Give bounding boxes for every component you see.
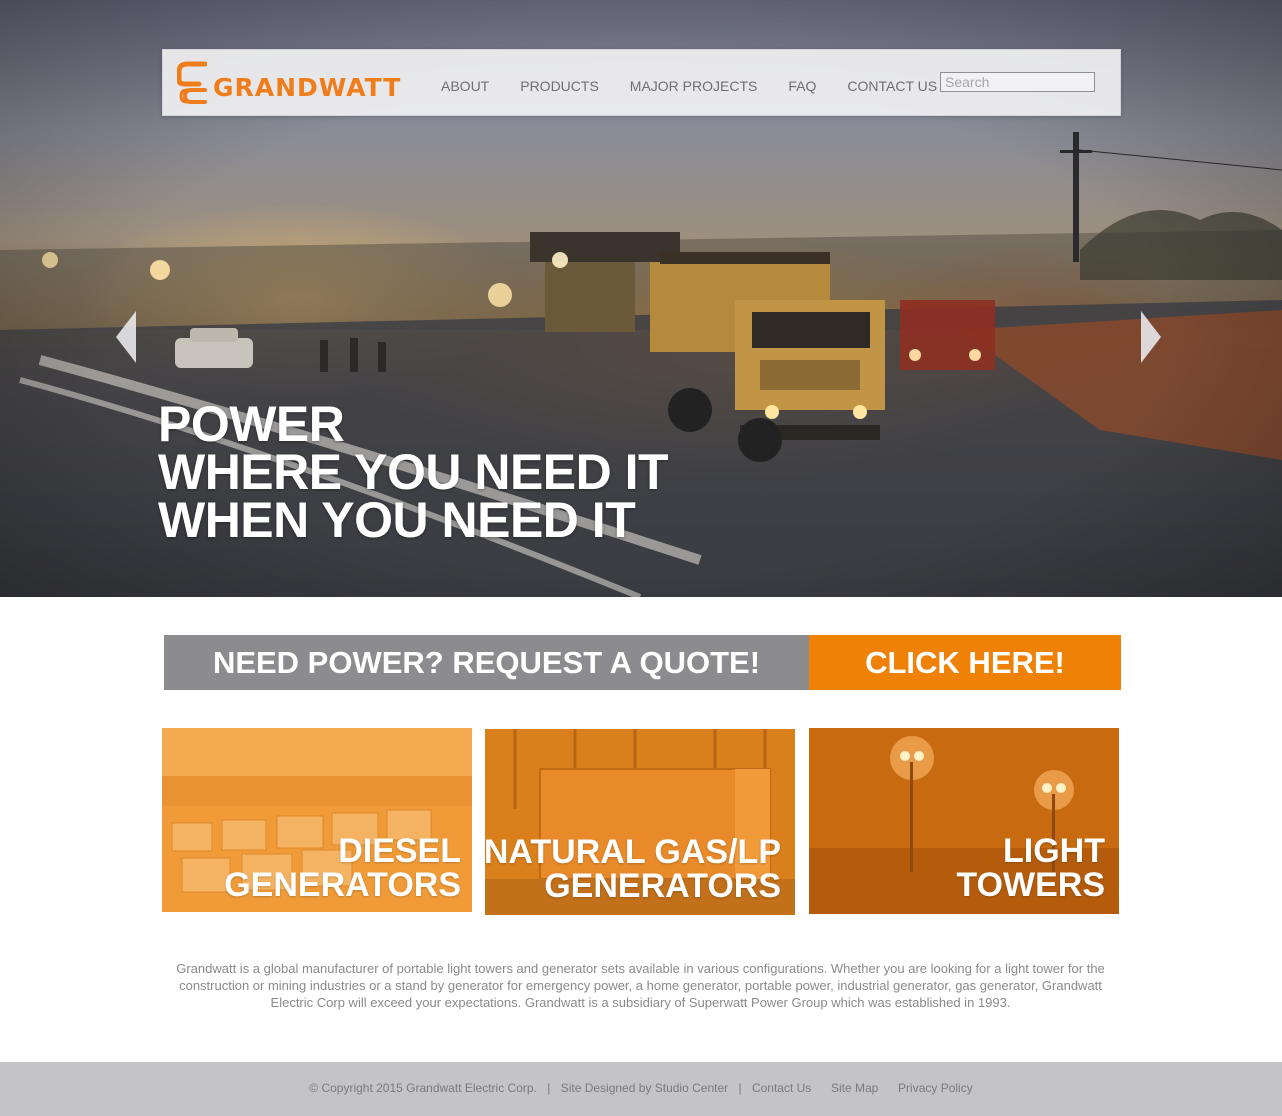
footer-links: © Copyright 2015 Grandwatt Electric Corp… bbox=[0, 1081, 1282, 1095]
grandwatt-logo-mark-icon bbox=[177, 61, 207, 104]
footer-separator: | bbox=[547, 1081, 551, 1095]
nav-products[interactable]: PRODUCTS bbox=[520, 78, 599, 94]
tile-natural-gas-line-1: NATURAL GAS/LP bbox=[485, 833, 781, 871]
header-nav-bar: GRANDWATT ABOUT PRODUCTS MAJOR PROJECTS … bbox=[162, 49, 1121, 116]
tile-light-towers-line-1: LIGHT bbox=[1003, 832, 1105, 870]
nav-major-projects[interactable]: MAJOR PROJECTS bbox=[630, 78, 758, 94]
tile-light-towers-label: LIGHT TOWERS bbox=[956, 834, 1105, 902]
tile-diesel-line-1: DIESEL bbox=[338, 832, 461, 870]
quote-banner: NEED POWER? REQUEST A QUOTE! CLICK HERE! bbox=[164, 635, 1121, 690]
company-description: Grandwatt is a global manufacturer of po… bbox=[176, 961, 1105, 1010]
request-quote-button[interactable]: CLICK HERE! bbox=[809, 635, 1121, 690]
tile-diesel-generators[interactable]: DIESEL GENERATORS bbox=[162, 728, 472, 912]
chevron-left-icon[interactable] bbox=[116, 311, 138, 363]
main-navigation: ABOUT PRODUCTS MAJOR PROJECTS FAQ CONTAC… bbox=[441, 78, 968, 94]
hero-line-2: WHERE YOU NEED IT bbox=[158, 444, 669, 500]
tile-natural-gas-line-2: GENERATORS bbox=[544, 867, 781, 905]
hero-banner: GRANDWATT ABOUT PRODUCTS MAJOR PROJECTS … bbox=[0, 0, 1282, 597]
quote-prompt: NEED POWER? REQUEST A QUOTE! bbox=[164, 635, 809, 690]
footer-copyright: © Copyright 2015 Grandwatt Electric Corp… bbox=[309, 1081, 537, 1095]
footer-sitemap-link[interactable]: Site Map bbox=[831, 1081, 878, 1095]
chevron-right-icon[interactable] bbox=[1139, 311, 1161, 363]
footer-designed-by-link[interactable]: Site Designed by Studio Center bbox=[561, 1081, 728, 1095]
nav-about[interactable]: ABOUT bbox=[441, 78, 489, 94]
hero-line-3: WHEN YOU NEED IT bbox=[158, 492, 636, 548]
footer-separator: | bbox=[738, 1081, 742, 1095]
nav-faq[interactable]: FAQ bbox=[788, 78, 816, 94]
tile-light-towers-line-2: TOWERS bbox=[956, 866, 1105, 904]
nav-contact-us[interactable]: CONTACT US bbox=[847, 78, 937, 94]
tile-natural-gas-label: NATURAL GAS/LP GENERATORS bbox=[485, 835, 781, 903]
hero-line-1: POWER bbox=[158, 396, 345, 452]
site-footer: © Copyright 2015 Grandwatt Electric Corp… bbox=[0, 1062, 1282, 1116]
footer-contact-link[interactable]: Contact Us bbox=[752, 1081, 811, 1095]
tile-diesel-line-2: GENERATORS bbox=[224, 866, 461, 904]
search-input[interactable] bbox=[940, 72, 1095, 92]
footer-privacy-link[interactable]: Privacy Policy bbox=[898, 1081, 973, 1095]
brand-name: GRANDWATT bbox=[213, 73, 402, 102]
tile-diesel-label: DIESEL GENERATORS bbox=[224, 834, 461, 902]
tile-natural-gas-generators[interactable]: NATURAL GAS/LP GENERATORS bbox=[485, 729, 795, 915]
tile-light-towers[interactable]: LIGHT TOWERS bbox=[809, 728, 1119, 914]
grandwatt-logo[interactable]: GRANDWATT bbox=[177, 60, 402, 106]
hero-headline: POWER WHERE YOU NEED IT WHEN YOU NEED IT bbox=[158, 396, 669, 548]
